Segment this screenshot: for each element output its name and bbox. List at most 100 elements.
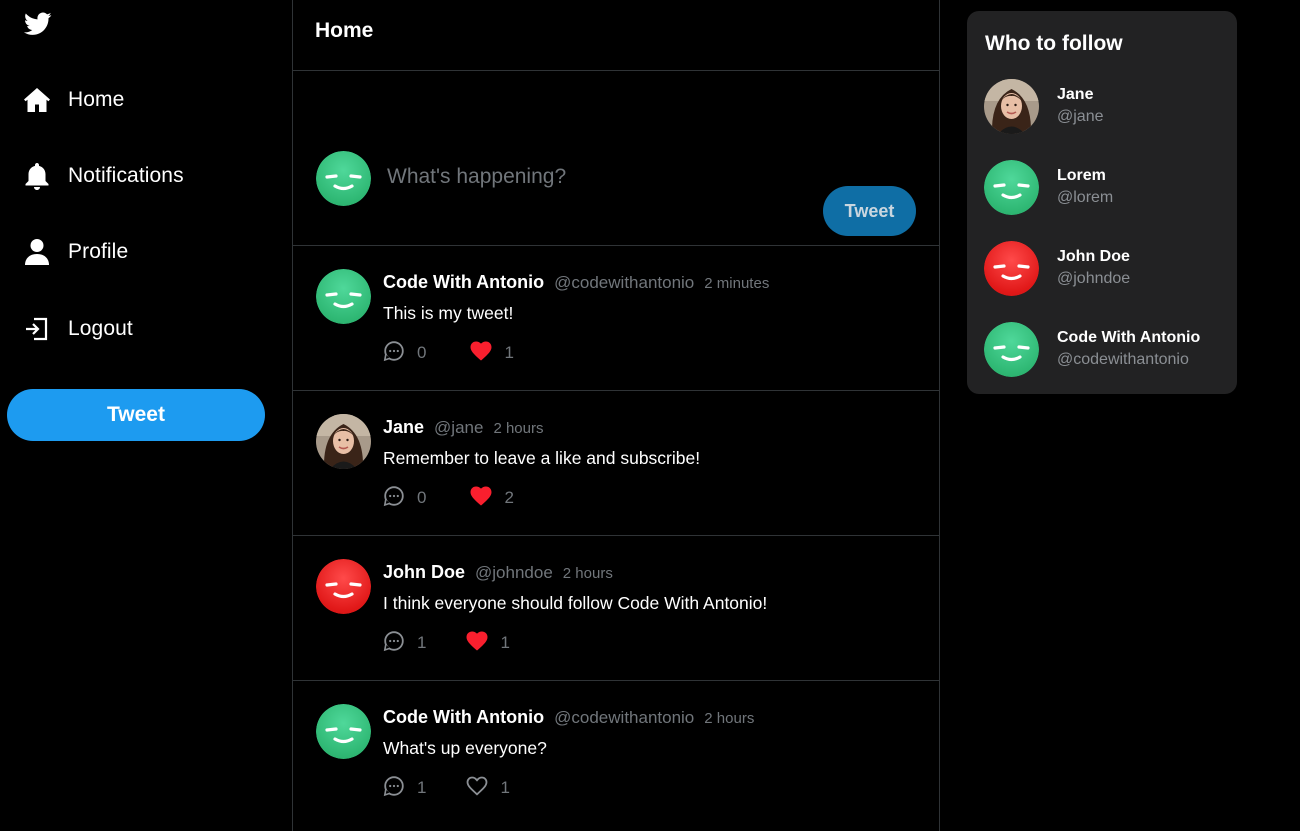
tweet-timestamp: 2 hours bbox=[493, 420, 544, 437]
follow-name: Jane bbox=[1057, 86, 1094, 103]
tweet-body: I think everyone should follow Code With… bbox=[383, 593, 768, 613]
smiley-avatar-icon bbox=[316, 559, 371, 614]
avatar bbox=[984, 159, 1039, 215]
like-count: 1 bbox=[500, 778, 510, 797]
panel-title: Who to follow bbox=[985, 32, 1123, 55]
comment-count: 0 bbox=[417, 488, 427, 507]
tweet-actions: 0 2 bbox=[383, 485, 514, 512]
sidebar-item-profile[interactable]: Profile bbox=[22, 232, 128, 272]
like-button[interactable]: 1 bbox=[466, 631, 510, 656]
compose-input[interactable] bbox=[387, 165, 907, 189]
comment-count: 1 bbox=[417, 778, 427, 797]
tweet-actions: 1 1 bbox=[383, 775, 510, 802]
sidebar-item-label: Notifications bbox=[68, 164, 184, 187]
tweet-timestamp: 2 hours bbox=[562, 565, 613, 582]
profile-photo-icon bbox=[984, 78, 1039, 134]
smiley-avatar-icon bbox=[316, 704, 371, 759]
like-button[interactable]: 2 bbox=[470, 486, 514, 511]
profile-photo-icon bbox=[316, 414, 371, 469]
tweet-header: Code With Antonio @codewithantonio 2 min… bbox=[383, 272, 769, 293]
logout-icon bbox=[22, 314, 52, 344]
tweet-button[interactable]: Tweet bbox=[7, 389, 265, 441]
follow-name: Code With Antonio bbox=[1057, 329, 1201, 346]
smiley-avatar-icon bbox=[316, 269, 371, 324]
like-button[interactable]: 1 bbox=[466, 776, 510, 800]
comment-count: 1 bbox=[417, 633, 427, 652]
tweet-author-handle: @codewithantonio bbox=[554, 708, 695, 727]
like-button[interactable]: 1 bbox=[470, 341, 514, 366]
tweet-timestamp: 2 hours bbox=[704, 710, 755, 727]
heart-filled-icon bbox=[466, 631, 488, 656]
tweet-body: This is my tweet! bbox=[383, 303, 514, 323]
tweet-item[interactable]: Code With Antonio @codewithantonio 2 min… bbox=[293, 246, 939, 391]
follow-suggestion[interactable]: Lorem @lorem bbox=[984, 159, 1229, 215]
avatar[interactable] bbox=[316, 269, 371, 324]
like-count: 2 bbox=[504, 488, 514, 507]
tweet-body: Remember to leave a like and subscribe! bbox=[383, 448, 701, 468]
follow-name: John Doe bbox=[1057, 248, 1130, 265]
follow-handle: @jane bbox=[1057, 108, 1104, 125]
sidebar-item-label: Profile bbox=[68, 240, 129, 263]
comment-icon bbox=[383, 485, 405, 512]
smiley-avatar-icon bbox=[984, 321, 1039, 377]
tweet-author-name[interactable]: Code With Antonio bbox=[383, 272, 544, 293]
sidebar-item-logout[interactable]: Logout bbox=[22, 309, 133, 349]
tweet-timestamp: 2 minutes bbox=[704, 275, 770, 292]
comment-button[interactable]: 0 bbox=[383, 340, 427, 367]
like-count: 1 bbox=[500, 633, 510, 652]
sidebar-item-home[interactable]: Home bbox=[22, 80, 124, 120]
follow-suggestion[interactable]: John Doe @johndoe bbox=[984, 240, 1229, 296]
tweet-author-handle: @jane bbox=[434, 418, 484, 437]
page-title: Home bbox=[315, 19, 374, 42]
twitter-bird-icon[interactable] bbox=[23, 12, 52, 38]
tweet-item[interactable]: Jane @jane 2 hours Remember to leave a l… bbox=[293, 391, 939, 536]
comment-button[interactable]: 1 bbox=[383, 630, 427, 657]
avatar[interactable] bbox=[316, 414, 371, 469]
tweet-item[interactable]: Code With Antonio @codewithantonio 2 hou… bbox=[293, 681, 939, 831]
sidebar-item-label: Home bbox=[68, 88, 125, 111]
feed-header: Home bbox=[293, 0, 939, 71]
compose-tweet-button[interactable]: Tweet bbox=[823, 186, 916, 236]
follow-suggestion[interactable]: Code With Antonio @codewithantonio bbox=[984, 321, 1229, 377]
comment-button[interactable]: 1 bbox=[383, 775, 427, 802]
comment-icon bbox=[383, 775, 405, 802]
avatar bbox=[984, 78, 1039, 134]
follow-suggestion[interactable]: Jane @jane bbox=[984, 78, 1229, 134]
smiley-avatar-icon bbox=[984, 159, 1039, 215]
smiley-avatar-icon bbox=[984, 240, 1039, 296]
user-icon bbox=[22, 237, 52, 267]
heart-filled-icon bbox=[470, 341, 492, 366]
comment-icon bbox=[383, 630, 405, 657]
tweet-actions: 0 1 bbox=[383, 340, 514, 367]
tweet-actions: 1 1 bbox=[383, 630, 510, 657]
comment-button[interactable]: 0 bbox=[383, 485, 427, 512]
comment-icon bbox=[383, 340, 405, 367]
tweet-author-handle: @johndoe bbox=[475, 563, 553, 582]
sidebar-item-notifications[interactable]: Notifications bbox=[22, 156, 184, 196]
heart-filled-icon bbox=[470, 486, 492, 511]
tweet-author-name[interactable]: Code With Antonio bbox=[383, 707, 544, 728]
follow-handle: @codewithantonio bbox=[1057, 351, 1189, 368]
tweet-author-name[interactable]: Jane bbox=[383, 417, 424, 438]
who-to-follow-panel: Who to follow Jane @jane Lorem @lorem Jo… bbox=[967, 11, 1237, 394]
tweet-composer: Tweet bbox=[293, 71, 939, 246]
smiley-avatar-icon bbox=[316, 151, 371, 206]
sidebar-item-label: Logout bbox=[68, 317, 133, 340]
tweet-author-handle: @codewithantonio bbox=[554, 273, 695, 292]
tweet-author-name[interactable]: John Doe bbox=[383, 562, 465, 583]
avatar bbox=[984, 240, 1039, 296]
avatar[interactable] bbox=[316, 704, 371, 759]
follow-handle: @johndoe bbox=[1057, 270, 1131, 287]
tweet-body: What's up everyone? bbox=[383, 738, 547, 758]
follow-name: Lorem bbox=[1057, 167, 1106, 184]
avatar bbox=[316, 151, 371, 206]
avatar[interactable] bbox=[316, 559, 371, 614]
tweet-header: John Doe @johndoe 2 hours bbox=[383, 562, 613, 583]
bell-icon bbox=[22, 161, 52, 191]
comment-count: 0 bbox=[417, 343, 427, 362]
follow-text: Code With Antonio @codewithantonio bbox=[1057, 329, 1200, 369]
tweet-header: Jane @jane 2 hours bbox=[383, 417, 543, 438]
tweet-item[interactable]: John Doe @johndoe 2 hours I think everyo… bbox=[293, 536, 939, 681]
home-icon bbox=[22, 85, 52, 115]
main-feed: Home Tweet Code With Antonio @codewithan… bbox=[292, 0, 940, 831]
